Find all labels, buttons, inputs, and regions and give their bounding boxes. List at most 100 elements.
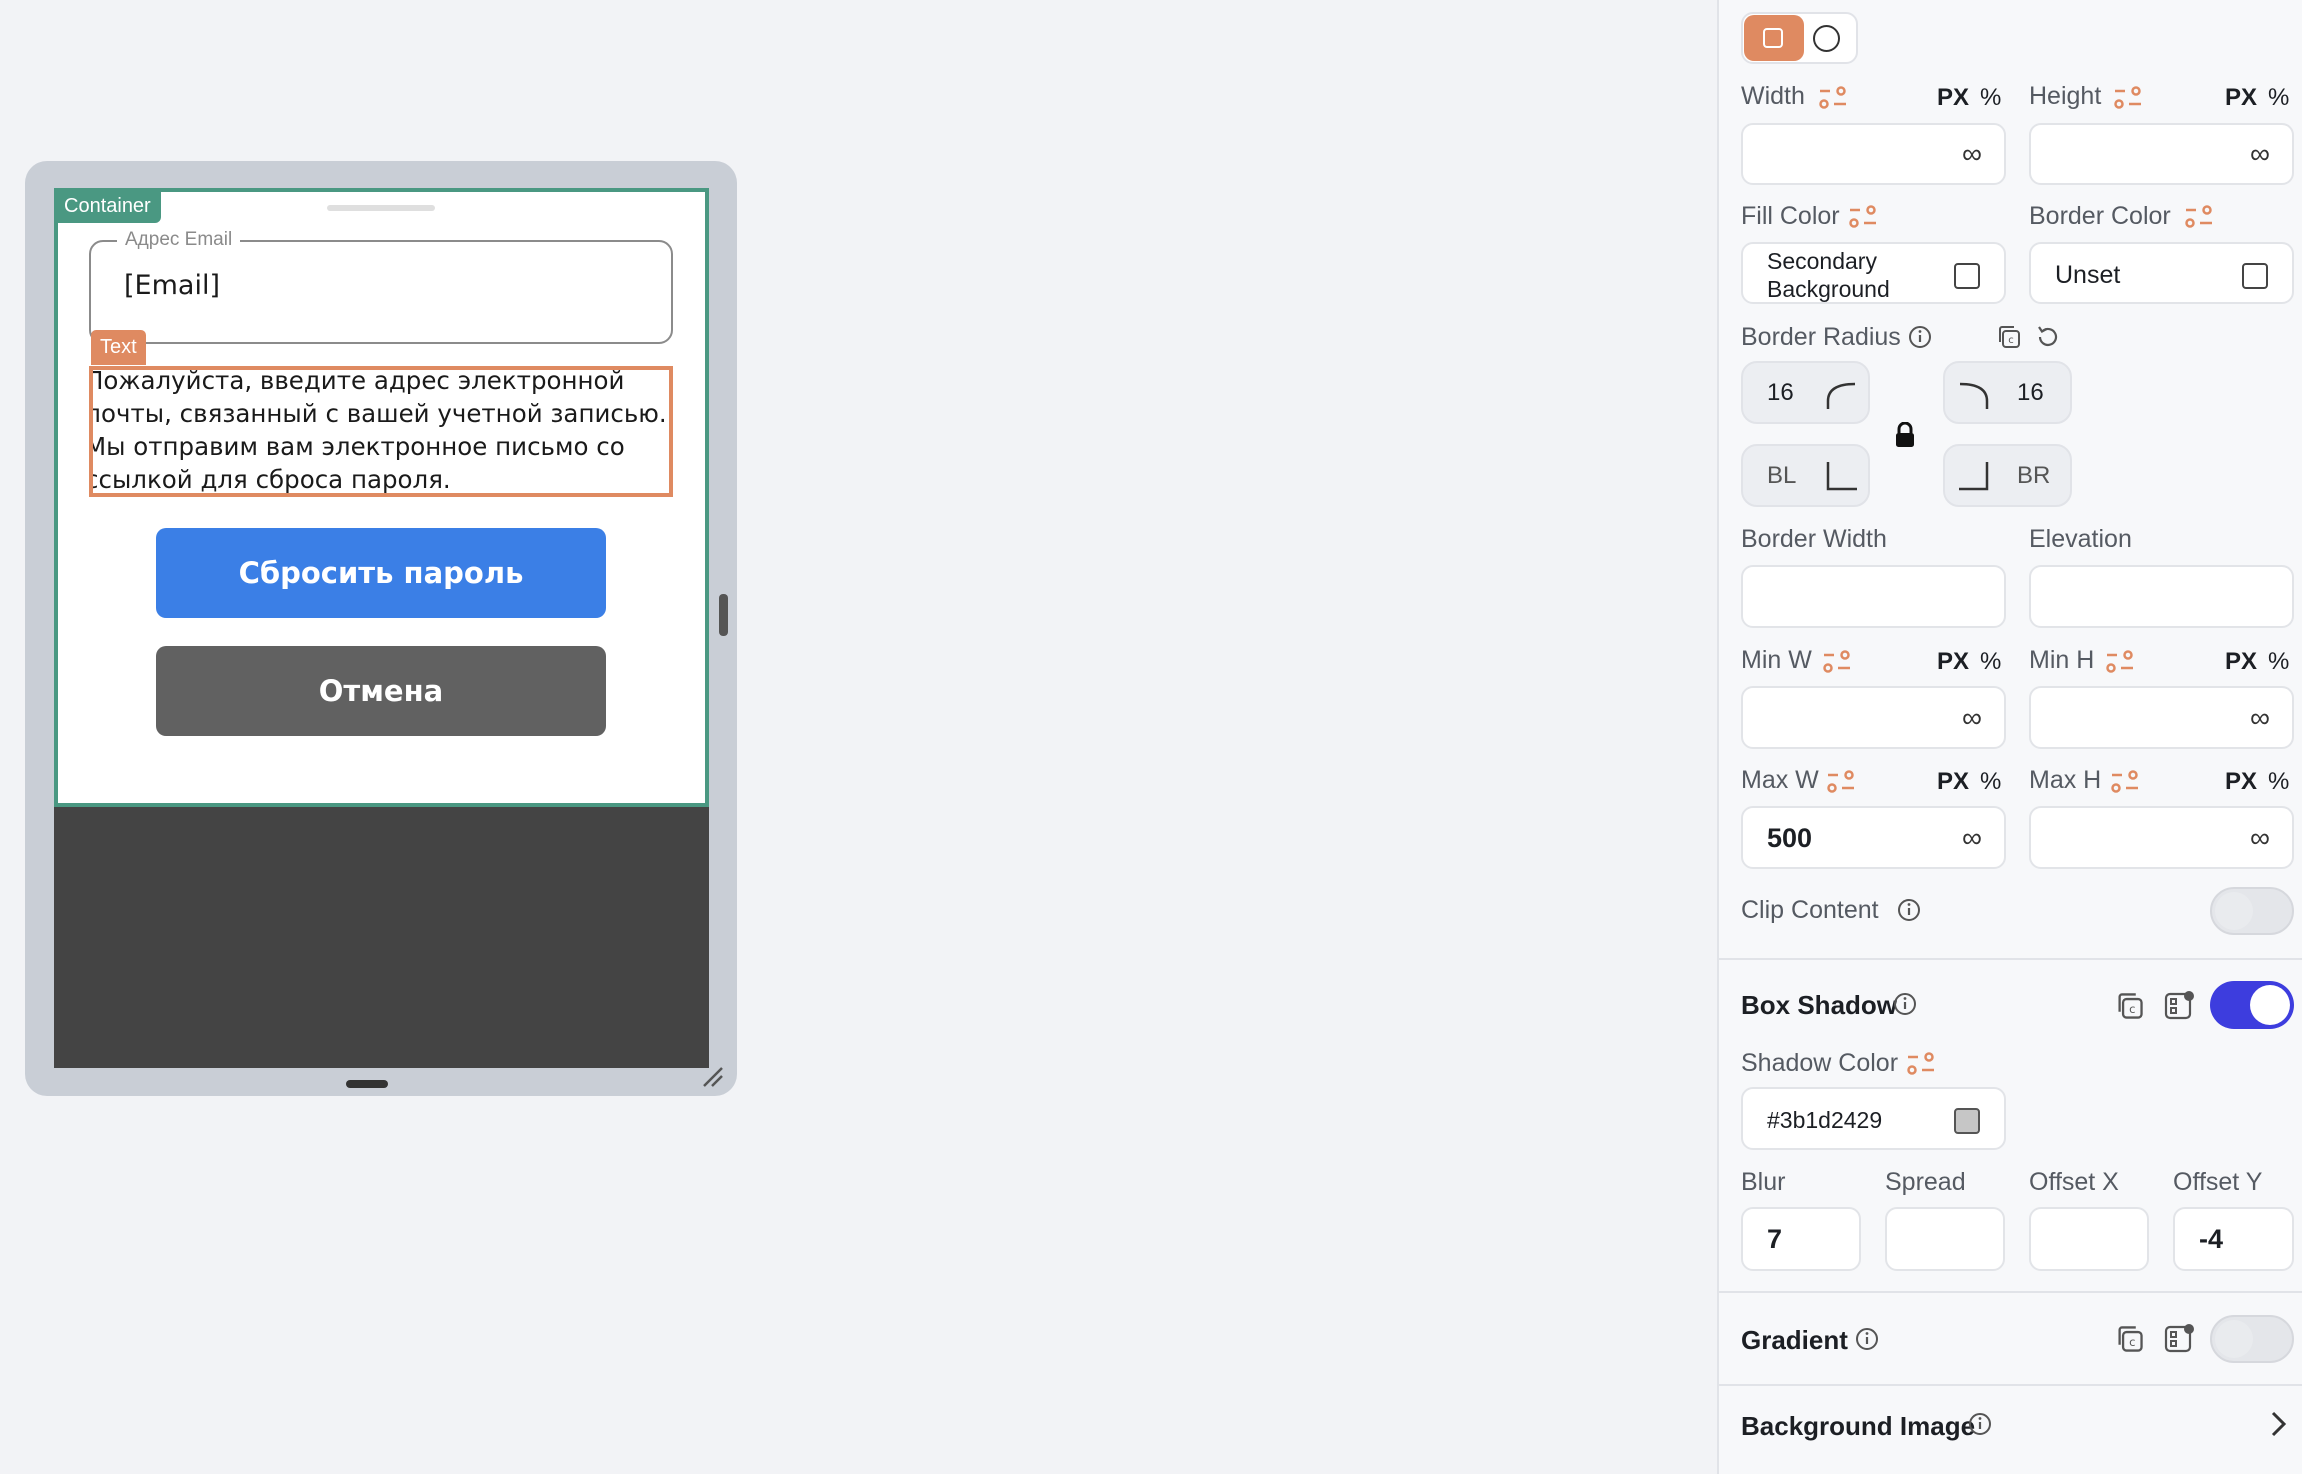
variable-icon[interactable] [1818, 86, 1848, 110]
email-field-label: Адрес Email [117, 229, 241, 251]
email-field-value[interactable]: [Email] [124, 270, 220, 301]
copy-style-icon[interactable]: c [2115, 991, 2145, 1021]
width-unit-pct[interactable]: % [1980, 84, 2001, 112]
height-unit-pct[interactable]: % [2268, 84, 2289, 112]
variable-icon[interactable] [2113, 86, 2143, 110]
max-w-input[interactable]: 500 ∞ [1741, 806, 2006, 869]
min-w-input[interactable]: ∞ [1741, 686, 2006, 749]
infinity-icon[interactable]: ∞ [1962, 822, 1982, 854]
spread-label: Spread [1885, 1168, 1966, 1196]
variable-icon[interactable] [2105, 650, 2135, 674]
shape-rectangle-option[interactable] [1744, 15, 1804, 61]
offset-x-label: Offset X [2029, 1168, 2119, 1196]
offset-y-input[interactable]: -4 [2173, 1207, 2294, 1271]
shape-circle-option[interactable] [1813, 25, 1840, 52]
border-color-swatch[interactable] [2242, 263, 2268, 289]
variable-icon[interactable] [1906, 1052, 1936, 1076]
lock-icon[interactable] [1894, 422, 1916, 448]
border-radius-label: Border Radius [1741, 323, 1901, 351]
shadow-color-swatch[interactable] [1954, 1108, 1980, 1134]
variable-icon[interactable] [1822, 650, 1852, 674]
copy-style-icon[interactable]: c [1996, 324, 2022, 350]
reset-password-button[interactable]: Сбросить пароль [156, 528, 606, 618]
radius-top-left[interactable]: 16 [1741, 361, 1870, 424]
square-icon [1763, 28, 1783, 48]
border-color-input[interactable]: Unset [2029, 242, 2294, 304]
min-w-unit-px[interactable]: PX [1937, 648, 1969, 676]
height-input[interactable]: ∞ [2029, 123, 2294, 185]
blur-input[interactable]: 7 [1741, 1207, 1861, 1271]
variable-icon[interactable] [2184, 205, 2214, 229]
min-h-input[interactable]: ∞ [2029, 686, 2294, 749]
infinity-icon[interactable]: ∞ [2250, 822, 2270, 854]
fill-color-swatch[interactable] [1954, 263, 1980, 289]
svg-text:c: c [2008, 335, 2014, 346]
reset-icon[interactable] [2034, 324, 2060, 350]
radius-bottom-right[interactable]: BR [1943, 444, 2072, 507]
border-width-input[interactable] [1741, 565, 2006, 628]
cancel-button[interactable]: Отмена [156, 646, 606, 736]
min-h-unit-px[interactable]: PX [2225, 648, 2257, 676]
min-w-unit-pct[interactable]: % [1980, 648, 2001, 676]
clip-content-label: Clip Content [1741, 896, 1879, 924]
radius-top-right-value: 16 [2017, 378, 2044, 406]
sheet-drag-handle[interactable] [327, 205, 435, 211]
bottom-resize-handle[interactable] [346, 1080, 388, 1088]
gradient-toggle[interactable] [2210, 1315, 2294, 1363]
width-label: Width [1741, 82, 1805, 110]
radius-bottom-left[interactable]: BL [1741, 444, 1870, 507]
corner-bottom-right-icon [1959, 462, 1989, 491]
variable-icon[interactable] [2110, 770, 2140, 794]
widget-style-icon[interactable] [2163, 989, 2195, 1021]
infinity-icon[interactable]: ∞ [2250, 138, 2270, 170]
shadow-color-input[interactable]: #3b1d2429 [1741, 1087, 2006, 1150]
max-w-unit-pct[interactable]: % [1980, 768, 2001, 796]
variable-icon[interactable] [1848, 205, 1878, 229]
radius-top-left-value: 16 [1767, 378, 1794, 406]
spread-input[interactable] [1885, 1207, 2005, 1271]
section-divider [1719, 958, 2302, 960]
border-width-label: Border Width [1741, 525, 1887, 553]
min-h-unit-pct[interactable]: % [2268, 648, 2289, 676]
widget-style-icon[interactable] [2163, 1322, 2195, 1354]
max-h-unit-px[interactable]: PX [2225, 768, 2257, 796]
max-h-label: Max H [2029, 766, 2102, 794]
offset-y-value: -4 [2199, 1224, 2224, 1254]
resize-corner-icon[interactable] [700, 1064, 726, 1090]
box-shadow-label: Box Shadow [1741, 990, 1898, 1020]
chevron-right-icon[interactable] [2268, 1410, 2288, 1438]
side-resize-handle[interactable] [719, 594, 728, 636]
width-unit-px[interactable]: PX [1937, 84, 1969, 112]
container-tag: Container [54, 189, 161, 223]
text-tag: Text [91, 330, 146, 365]
infinity-icon[interactable]: ∞ [1962, 138, 1982, 170]
section-divider [1719, 1291, 2302, 1293]
radius-top-right[interactable]: 16 [1943, 361, 2072, 424]
background-image-label[interactable]: Background Image [1741, 1411, 1975, 1442]
max-h-input[interactable]: ∞ [2029, 806, 2294, 869]
fill-color-input[interactable]: Secondary Background [1741, 242, 2006, 304]
variable-icon[interactable] [1826, 770, 1856, 794]
height-unit-px[interactable]: PX [2225, 84, 2257, 112]
info-icon[interactable] [1855, 1327, 1879, 1351]
selected-text-widget[interactable]: Пожалуйста, введите адрес электронной по… [89, 366, 673, 497]
info-icon[interactable] [1968, 1412, 1992, 1436]
width-input[interactable]: ∞ [1741, 123, 2006, 185]
max-h-unit-pct[interactable]: % [2268, 768, 2289, 796]
infinity-icon[interactable]: ∞ [1962, 702, 1982, 734]
offset-x-input[interactable] [2029, 1207, 2149, 1271]
clip-content-toggle[interactable] [2210, 887, 2294, 935]
max-w-unit-px[interactable]: PX [1937, 768, 1969, 796]
box-shadow-toggle[interactable] [2210, 981, 2294, 1029]
infinity-icon[interactable]: ∞ [2250, 702, 2270, 734]
corner-top-right-icon [1959, 382, 1989, 409]
elevation-label: Elevation [2029, 525, 2132, 553]
section-divider [1719, 1384, 2302, 1386]
info-icon[interactable] [1908, 325, 1932, 349]
max-w-value: 500 [1767, 823, 1813, 853]
copy-style-icon[interactable]: c [2115, 1324, 2145, 1354]
svg-text:c: c [2129, 1002, 2135, 1016]
info-icon[interactable] [1893, 992, 1917, 1016]
elevation-input[interactable] [2029, 565, 2294, 628]
info-icon[interactable] [1897, 898, 1921, 922]
